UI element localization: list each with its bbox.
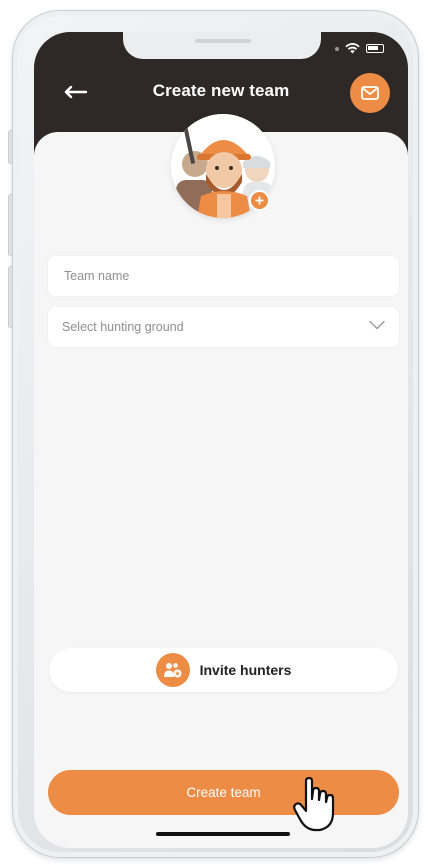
battery-icon <box>366 44 384 53</box>
back-button[interactable] <box>62 82 90 102</box>
envelope-icon <box>361 86 379 100</box>
chevron-down-icon <box>369 320 385 330</box>
invite-hunters-label: Invite hunters <box>199 662 292 678</box>
invite-icon-circle <box>155 653 190 687</box>
add-photo-button[interactable] <box>249 190 270 211</box>
create-team-button[interactable]: Create team <box>48 770 399 815</box>
side-button <box>8 266 13 328</box>
home-indicator <box>156 832 290 836</box>
side-button <box>8 194 13 256</box>
team-name-field[interactable] <box>48 256 399 296</box>
signal-icon <box>335 46 339 51</box>
arrow-left-icon <box>64 85 88 99</box>
users-add-icon <box>163 663 182 678</box>
side-button <box>8 130 13 164</box>
status-bar <box>335 43 384 54</box>
hunting-ground-placeholder: Select hunting ground <box>62 320 184 334</box>
hunting-ground-select[interactable]: Select hunting ground <box>48 307 399 347</box>
hand-pointer-icon <box>293 777 335 832</box>
create-team-label: Create team <box>186 785 261 800</box>
invite-hunters-button[interactable]: Invite hunters <box>49 648 398 692</box>
plus-icon <box>255 196 264 205</box>
team-avatar-picker[interactable] <box>171 114 275 218</box>
speaker <box>195 39 251 43</box>
team-name-input[interactable] <box>62 256 399 296</box>
notch <box>123 32 321 59</box>
page-title: Create new team <box>152 81 290 100</box>
content-card: Select hunting ground Invite hunters Cre… <box>34 114 408 848</box>
messages-button[interactable] <box>350 73 390 113</box>
wifi-icon <box>345 43 360 54</box>
app-screen: Create new team Team name Select hunting… <box>34 32 408 848</box>
